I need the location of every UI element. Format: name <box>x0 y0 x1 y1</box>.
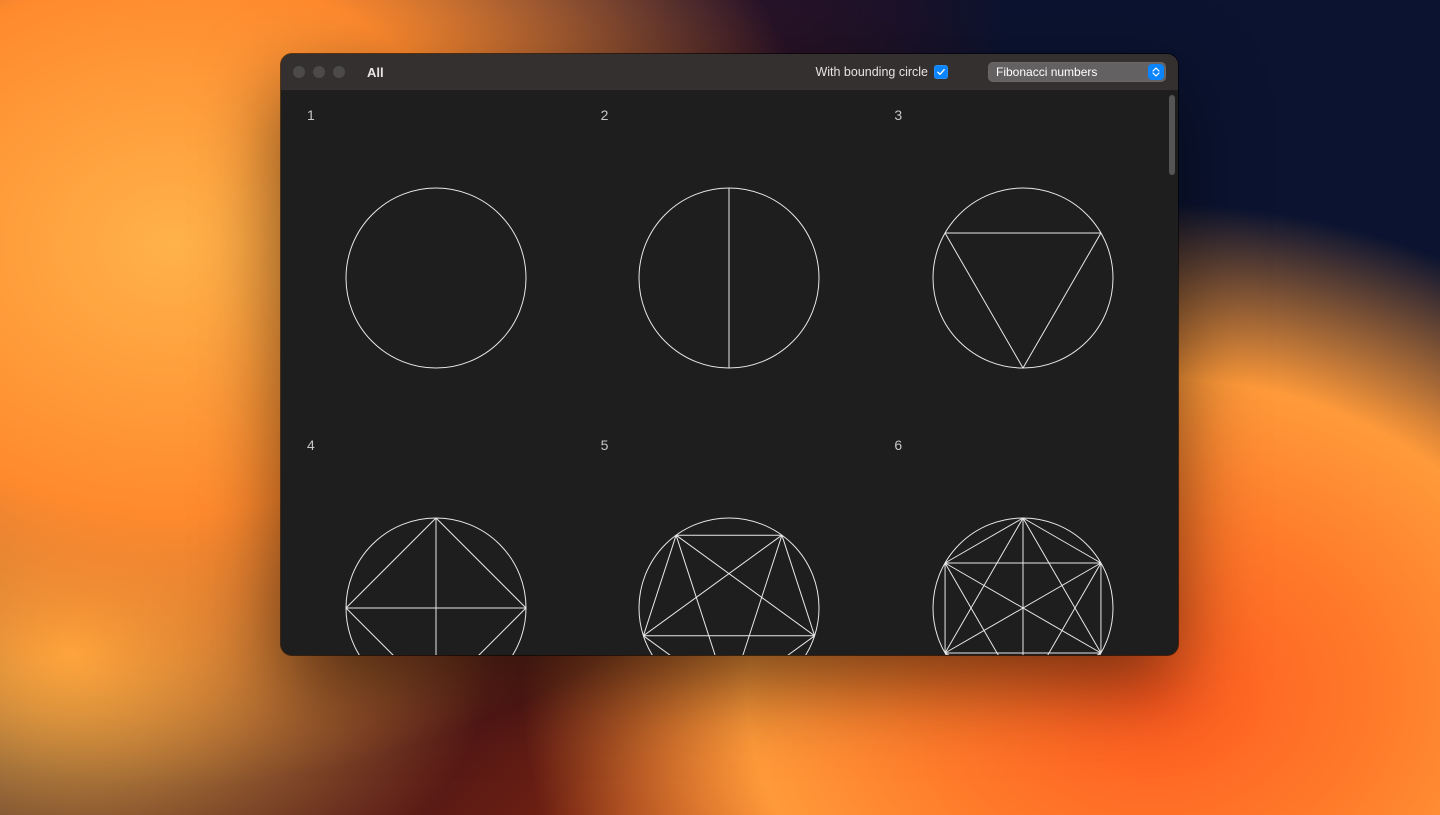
figure-label: 6 <box>894 437 902 453</box>
figure-cell[interactable]: 2 <box>583 101 877 431</box>
content-area: 1 2 3 4 5 6 <box>281 91 1178 655</box>
figure-cell[interactable]: 6 <box>876 431 1170 655</box>
figure-cell[interactable]: 5 <box>583 431 877 655</box>
complete-graph-figure <box>923 508 1123 655</box>
figure-label: 1 <box>307 107 315 123</box>
window-controls <box>293 66 345 78</box>
complete-graph-figure <box>336 508 536 655</box>
figure-label: 5 <box>601 437 609 453</box>
figure-cell[interactable]: 1 <box>289 101 583 431</box>
figure-cell[interactable]: 3 <box>876 101 1170 431</box>
close-icon[interactable] <box>293 66 305 78</box>
figure-grid: 1 2 3 4 5 6 <box>281 91 1178 655</box>
series-select[interactable]: Fibonacci numbers <box>988 62 1166 82</box>
window-title: All <box>367 65 384 80</box>
complete-graph-figure <box>336 178 536 378</box>
complete-graph-figure <box>629 508 829 655</box>
app-window: All With bounding circle Fibonacci numbe… <box>281 54 1178 655</box>
complete-graph-figure <box>923 178 1123 378</box>
figure-cell[interactable]: 4 <box>289 431 583 655</box>
desktop-wallpaper: All With bounding circle Fibonacci numbe… <box>0 0 1440 815</box>
figure-label: 4 <box>307 437 315 453</box>
updown-chevron-icon <box>1148 64 1164 80</box>
series-select-value: Fibonacci numbers <box>996 65 1097 79</box>
checkbox-checked-icon[interactable] <box>934 65 948 79</box>
bounding-circle-toggle[interactable]: With bounding circle <box>815 65 948 79</box>
titlebar: All With bounding circle Fibonacci numbe… <box>281 54 1178 91</box>
figure-label: 3 <box>894 107 902 123</box>
minimize-icon[interactable] <box>313 66 325 78</box>
complete-graph-figure <box>629 178 829 378</box>
bounding-circle-label: With bounding circle <box>815 65 928 79</box>
figure-label: 2 <box>601 107 609 123</box>
zoom-icon[interactable] <box>333 66 345 78</box>
